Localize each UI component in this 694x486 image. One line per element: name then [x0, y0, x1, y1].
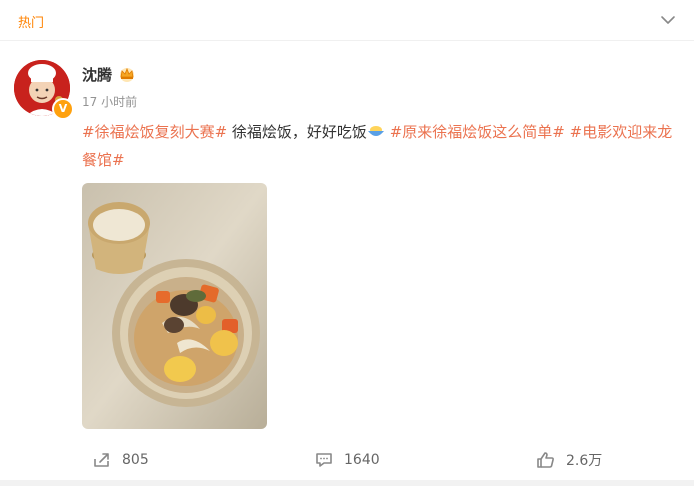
weibo-post-card: 热门 V 沈腾 17 小时前 #徐福烩饭复刻大赛# 徐福烩饭，好好吃饭 #原来徐… — [0, 0, 694, 486]
repost-count: 805 — [122, 452, 149, 468]
repost-icon — [94, 453, 109, 467]
hot-tab[interactable]: 热门 — [18, 12, 44, 31]
like-icon — [537, 452, 554, 468]
comment-icon — [316, 453, 332, 467]
chevron-down-icon — [661, 16, 675, 24]
comment-button[interactable]: 1640 — [314, 440, 380, 480]
verified-badge: V — [52, 98, 74, 120]
feed-header: 热门 — [0, 0, 694, 41]
repost-button[interactable]: 805 — [92, 440, 149, 480]
crown-icon[interactable] — [118, 65, 136, 83]
post-text-body: 徐福烩饭，好好吃饭 — [227, 123, 367, 141]
topic-tag-2[interactable]: #原来徐福烩饭这么简单# — [390, 123, 565, 141]
bowl-emoji-icon — [367, 126, 384, 136]
comment-count: 1640 — [344, 452, 380, 468]
rice-bowl-photo — [82, 183, 267, 429]
author-name[interactable]: 沈腾 — [82, 64, 112, 85]
post-image[interactable] — [82, 183, 267, 429]
topic-tag-1[interactable]: #徐福烩饭复刻大赛# — [82, 123, 227, 141]
like-button[interactable]: 2.6万 — [536, 440, 602, 480]
post-content: #徐福烩饭复刻大赛# 徐福烩饭，好好吃饭 #原来徐福烩饭这么简单# #电影欢迎来… — [82, 118, 682, 174]
post-time[interactable]: 17 小时前 — [82, 93, 137, 110]
card-divider — [0, 480, 694, 486]
like-count: 2.6万 — [566, 453, 603, 469]
collapse-button[interactable] — [660, 12, 676, 28]
